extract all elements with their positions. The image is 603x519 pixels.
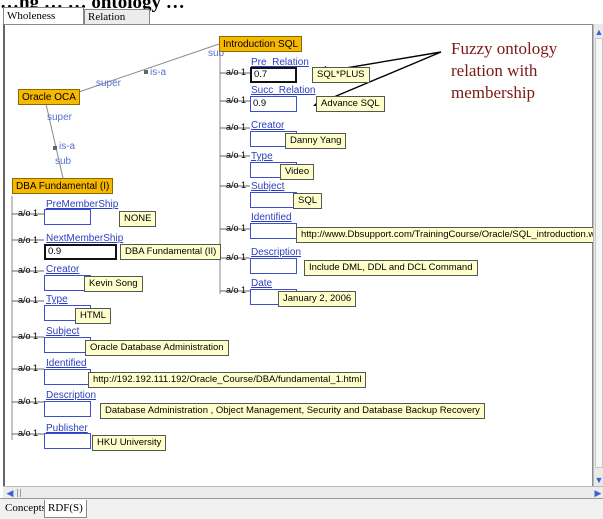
cardinality-label: a/o 1	[18, 428, 39, 438]
cardinality-label: a/o 1	[226, 285, 247, 295]
slot-identified-value: http://192.192.111.192/Oracle_Course/DBA…	[88, 372, 367, 388]
slot-date-value: January 2, 2006	[278, 291, 357, 307]
slot-type-name: Type	[46, 294, 68, 305]
slot-subject-value: Oracle Database Administration	[85, 340, 229, 356]
slot-succ-relation-name: Succ_Relation	[251, 85, 316, 96]
scroll-up-icon[interactable]: ▲	[594, 26, 603, 38]
slot-prememberShip-box[interactable]	[44, 209, 91, 225]
slot-identified-value: http://www.Dbsupport.com/TrainingCourse/…	[296, 227, 603, 243]
slot-pre-relation-membership[interactable]: 0.7	[250, 67, 297, 83]
slot-identified-box[interactable]	[44, 369, 91, 385]
edge-oca-intro	[69, 43, 220, 96]
slot-prememberShip-value: NONE	[119, 211, 157, 227]
cardinality-label: a/o 1	[18, 265, 39, 275]
slot-description-value: Include DML, DDL and DCL Command	[304, 260, 478, 276]
slot-subject-box[interactable]	[44, 337, 91, 353]
slot-succ-relation-membership[interactable]: 0.9	[250, 96, 297, 112]
slot-nextmembership-membership[interactable]: 0.9	[44, 244, 117, 260]
slot-subject-name: Subject	[251, 181, 285, 192]
slot-creator-value: Danny Yang	[285, 133, 347, 149]
cardinality-label: a/o 1	[226, 223, 247, 233]
slot-creator-value: Kevin Song	[84, 276, 143, 292]
edge-label-sub-left: sub	[55, 156, 72, 167]
vertical-scroll-thumb[interactable]	[595, 38, 603, 468]
cardinality-label: a/o 1	[226, 67, 247, 77]
slot-publisher-box[interactable]	[44, 433, 91, 449]
tab-rdfs[interactable]: RDF(S)	[44, 500, 87, 518]
concept-node-oracle-oca[interactable]: Oracle OCA	[18, 89, 80, 105]
slot-nextmembership-name: NextMemberShip	[46, 233, 124, 244]
slot-type-value: HTML	[75, 308, 111, 324]
concept-node-introduction-sql[interactable]: Introduction SQL	[219, 36, 303, 52]
cardinality-label: a/o 1	[18, 363, 39, 373]
cardinality-label: a/o 1	[226, 180, 247, 190]
slot-subject-box[interactable]	[250, 192, 297, 208]
slot-date-name: Date	[251, 278, 273, 289]
slot-nextmembership-value: DBA Fundamental (II)	[120, 244, 222, 260]
slot-description-box[interactable]	[44, 401, 91, 417]
slot-creator-name: Creator	[251, 120, 285, 131]
cardinality-label: a/o 1	[226, 150, 247, 160]
slot-identified-name: Identified	[46, 358, 87, 369]
concept-node-dba-fundamental[interactable]: DBA Fundamental (I)	[12, 178, 114, 194]
cardinality-label: a/o 1	[18, 396, 39, 406]
cardinality-label: a/o 1	[226, 122, 247, 132]
bottom-tab-bar: Concepts RDF(S)	[0, 498, 603, 519]
slot-type-name: Type	[251, 151, 273, 162]
edge-label-is-a-left: is-a	[59, 141, 76, 152]
horizontal-scroll-thumb[interactable]	[17, 489, 21, 497]
edge-label-is-a: is-a	[150, 67, 167, 78]
slot-creator-name: Creator	[46, 264, 80, 275]
slot-subject-value: SQL	[293, 193, 323, 209]
vertical-scrollbar[interactable]: ▲ ▼	[593, 24, 603, 486]
scroll-down-icon[interactable]: ▼	[594, 474, 603, 486]
slot-type-value: Video	[280, 164, 315, 180]
cardinality-label: a/o 1	[18, 235, 39, 245]
slot-description-name: Description	[46, 390, 97, 401]
isa-marker-top	[144, 70, 148, 74]
slot-description-name: Description	[251, 247, 302, 258]
slot-pre-relation-value: SQL*PLUS	[312, 67, 370, 83]
slot-description-box[interactable]	[250, 258, 297, 274]
edge-label-super-left: super	[47, 112, 73, 123]
slot-identified-name: Identified	[251, 212, 292, 223]
slot-publisher-value: HKU University	[92, 435, 167, 451]
cardinality-label: a/o 1	[18, 208, 39, 218]
isa-marker-left	[53, 146, 57, 150]
cardinality-label: a/o 1	[226, 95, 247, 105]
edge-label-super: super	[96, 78, 122, 89]
slot-subject-name: Subject	[46, 326, 80, 337]
cardinality-label: a/o 1	[18, 331, 39, 341]
cardinality-label: a/o 1	[226, 252, 247, 262]
slot-description-value: Database Administration , Object Managem…	[100, 403, 485, 419]
slot-succ-relation-value: Advance SQL	[316, 96, 385, 112]
cardinality-label: a/o 1	[18, 295, 39, 305]
tab-concepts[interactable]: Concepts	[2, 500, 49, 517]
slot-identified-box[interactable]	[250, 223, 297, 239]
fuzzy-relation-annotation: Fuzzy ontology relation with membership	[451, 39, 558, 102]
